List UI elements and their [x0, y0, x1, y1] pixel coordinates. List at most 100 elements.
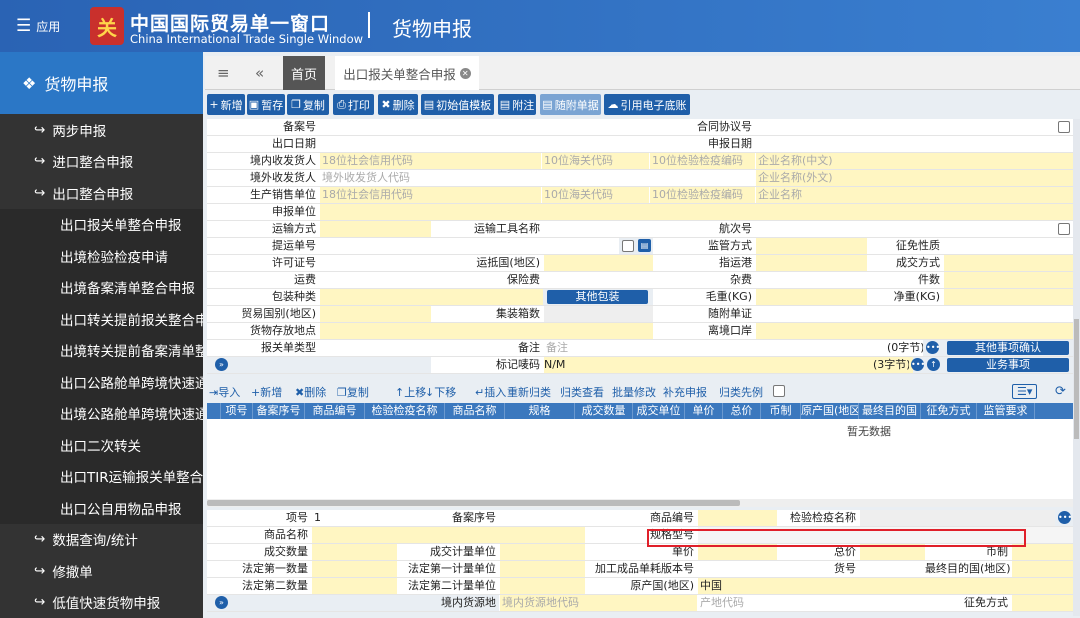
sidebar-item[interactable]: ↪出口整合申报 [0, 177, 203, 209]
more-icon[interactable]: ••• [926, 341, 939, 354]
field-zhiyun[interactable] [755, 255, 867, 271]
field-huohao[interactable] [859, 561, 925, 577]
field-yunfei-1[interactable] [319, 272, 343, 288]
hangci-checkbox[interactable] [1058, 223, 1070, 235]
grid-toolbar-button[interactable]: ⇥导入 [209, 384, 240, 400]
field-zhengmian-fs[interactable] [1011, 595, 1073, 611]
field-hangci[interactable] [755, 221, 1073, 237]
columns-menu-icon[interactable]: ☰▾ [1012, 384, 1037, 399]
field-shengchan-jianyi[interactable]: 10位检验检疫编码 [649, 187, 755, 203]
sidebar-item[interactable]: ↪低值快速货物申报 [0, 587, 203, 618]
sidebar-item[interactable]: 出口二次转关 [0, 429, 203, 461]
other-pack-button[interactable]: 其他包装 [547, 290, 648, 304]
field-biaoji[interactable]: N/M [543, 357, 913, 373]
field-yundi[interactable] [543, 255, 653, 271]
refresh-icon[interactable]: ⟳ [1055, 384, 1066, 399]
field-zafei[interactable] [755, 272, 867, 288]
grid-toolbar-button[interactable]: 补充申报 [663, 384, 707, 400]
page-vscroll[interactable] [1073, 119, 1080, 616]
field-shengchan-name[interactable]: 企业名称 [755, 187, 1073, 203]
sidebar-item[interactable]: 出口公路舱单跨境快速通关 [0, 366, 203, 398]
grid-toolbar-button[interactable]: 归类先例 [719, 384, 763, 400]
sidebar-item[interactable]: 出口报关单整合申报 [0, 209, 203, 241]
sidebar-head[interactable]: ❖ 货物申报 [0, 52, 203, 114]
field-baozhuang[interactable] [319, 289, 543, 305]
toolbar-button[interactable]: ✖删除 [378, 94, 418, 115]
sidebar-item[interactable]: 出境检验检疫申请 [0, 240, 203, 272]
doc-icon[interactable]: ▤ [638, 239, 651, 252]
toolbar-button[interactable]: ☁引用电子底账 [604, 94, 690, 115]
toolbar-button[interactable]: ▣暂存 [247, 94, 285, 115]
grid-column-header[interactable]: 单价 [685, 403, 723, 419]
field-jingnei-haiguan[interactable]: 10位海关代码 [541, 153, 649, 169]
field-maozhong[interactable] [755, 289, 867, 305]
field-hetong[interactable] [755, 119, 1073, 135]
grid-column-header[interactable]: 原产国(地区) [801, 403, 859, 419]
field-jingwai-code[interactable]: 境外收发货人代码 [319, 170, 653, 186]
grid-column-header[interactable]: 备案序号 [253, 403, 305, 419]
field-jianyi-name[interactable] [859, 510, 1055, 526]
field-yuanchan[interactable]: 中国 [697, 578, 1073, 594]
grid-column-header[interactable]: 规格 [505, 403, 575, 419]
grid-column-header[interactable]: 最终目的国 [859, 403, 921, 419]
toolbar-button[interactable]: ❐复制 [287, 94, 329, 115]
field-fading2[interactable] [311, 578, 397, 594]
field-shangpin-name[interactable] [311, 527, 585, 543]
field-jingzhong[interactable] [943, 289, 1073, 305]
field-zhengmian[interactable] [943, 238, 1073, 254]
field-fading1-unit[interactable] [499, 561, 585, 577]
expand-icon[interactable]: » [215, 358, 228, 371]
detail-expand-icon[interactable]: » [215, 596, 228, 609]
toolbar-button[interactable]: +新增 [207, 94, 245, 115]
field-yunshu-fangshi[interactable] [319, 221, 431, 237]
field-fading2-unit[interactable] [499, 578, 585, 594]
field-chengjiao-shuliang[interactable] [311, 544, 397, 560]
field-baoguan-type[interactable] [319, 340, 431, 356]
more-icon-2[interactable]: ••• [911, 358, 924, 371]
grid-column-header[interactable]: 监管要求 [977, 403, 1035, 419]
sidebar-item[interactable]: 出口公自用物品申报 [0, 492, 203, 524]
field-baoxian-2[interactable] [573, 272, 619, 288]
field-beian-xuhao[interactable] [499, 510, 585, 526]
field-shengchan-haiguan[interactable]: 10位海关代码 [541, 187, 649, 203]
grid-column-header[interactable]: 总价 [723, 403, 761, 419]
grid-column-header[interactable]: 征免方式 [921, 403, 977, 419]
field-tiyun[interactable] [319, 238, 619, 254]
field-maoyi[interactable] [319, 306, 431, 322]
grid-toolbar-button[interactable]: 批量修改 [612, 384, 656, 400]
grid-toolbar-button[interactable]: ↵插入 [475, 384, 506, 400]
field-beizhu[interactable]: 备注 [543, 340, 923, 356]
field-jingwai-name[interactable]: 企业名称(外文) [755, 170, 1073, 186]
toolbar-button[interactable]: ▤初始值模板 [421, 94, 494, 115]
field-fading1[interactable] [311, 561, 397, 577]
tiyun-checkbox[interactable] [622, 240, 634, 252]
grid-toolbar-button[interactable]: ↓下移 [425, 384, 456, 400]
grid-toolbar-button[interactable]: ❐复制 [337, 384, 369, 400]
field-likou[interactable] [755, 323, 1073, 339]
field-xianghao[interactable]: 1 [311, 510, 397, 526]
grid-toolbar-button[interactable]: ↑上移 [395, 384, 426, 400]
field-jingnei-xinyong[interactable]: 18位社会信用代码 [319, 153, 541, 169]
gridtb-checkbox[interactable] [773, 385, 785, 397]
sidebar-item[interactable]: 出境转关提前备案清单整合申报 [0, 335, 203, 367]
field-jianguan[interactable] [755, 238, 867, 254]
field-xuke[interactable] [319, 255, 431, 271]
field-jingnei-jianyi[interactable]: 10位检验检疫编码 [649, 153, 755, 169]
grid-hscroll-thumb[interactable] [207, 500, 740, 506]
grid-hscroll[interactable] [207, 499, 1073, 507]
field-shengchan-xinyong[interactable]: 18位社会信用代码 [319, 187, 541, 203]
sidebar-item[interactable]: 出境公路舱单跨境快速通关 [0, 398, 203, 430]
field-baoxian-3[interactable] [619, 272, 653, 288]
grid-select-all[interactable] [207, 403, 221, 419]
grid-toolbar-button[interactable]: ✖删除 [295, 384, 326, 400]
field-cunfang[interactable] [319, 323, 653, 339]
field-shenbao-date[interactable] [755, 136, 1073, 152]
up-icon[interactable]: ↑ [927, 358, 940, 371]
field-jiagong[interactable] [697, 561, 777, 577]
detail-more-icon[interactable]: ••• [1058, 511, 1071, 524]
grid-column-header[interactable]: 成交数量 [575, 403, 633, 419]
field-baoxian-1[interactable] [543, 272, 573, 288]
field-chandi[interactable]: 产地代码 [697, 595, 907, 611]
field-chengjiao[interactable] [943, 255, 1073, 271]
sidebar-item[interactable]: ↪进口整合申报 [0, 146, 203, 178]
